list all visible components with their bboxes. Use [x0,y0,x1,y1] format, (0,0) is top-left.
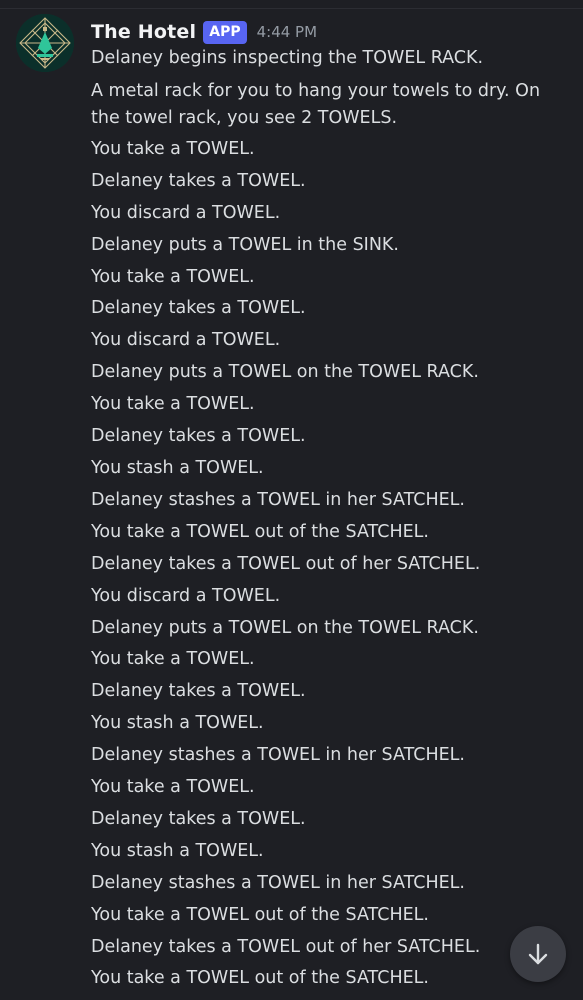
message-line: You take a TOWEL out of the SATCHEL. [91,521,429,542]
message-line: Delaney begins inspecting the TOWEL RACK… [91,48,484,68]
message-line: Delaney puts a TOWEL in the SINK. [91,234,399,255]
message-line: Delaney takes a TOWEL. [91,298,306,319]
message-line: You take a TOWEL. [91,138,255,159]
message-line: Delaney takes a TOWEL. [91,170,306,191]
message-line: You take a TOWEL. [91,649,255,670]
message-line: You discard a TOWEL. [91,330,281,351]
timestamp: 4:44 PM [256,23,318,41]
hotel-logo-icon [16,14,74,72]
message-line: You take a TOWEL. [91,266,255,287]
message-line: Delaney stashes a TOWEL in her SATCHEL. [91,489,465,510]
message-line: Delaney puts a TOWEL on the TOWEL RACK. [91,617,479,638]
message-line: Delaney takes a TOWEL. [91,808,306,829]
message-line: You discard a TOWEL. [91,585,281,606]
jump-to-bottom-button[interactable] [510,926,566,982]
message-line: Delaney takes a TOWEL out of her SATCHEL… [91,936,481,957]
message-line: You take a TOWEL out of the SATCHEL. [91,968,429,989]
message-line: Delaney takes a TOWEL. [91,426,306,447]
message-line: A metal rack for you to hang your towels… [91,80,541,128]
arrow-down-icon [528,943,548,965]
message-line: You take a TOWEL. [91,777,255,798]
message-line: Delaney takes a TOWEL. [91,681,306,702]
message-line: Delaney stashes a TOWEL in her SATCHEL. [91,745,465,766]
message-header: The Hotel APP 4:44 PM [91,18,317,46]
message-line: You take a TOWEL. [91,394,255,415]
avatar[interactable] [16,14,74,72]
message-line: You take a TOWEL out of the SATCHEL. [91,904,429,925]
message-line: You discard a TOWEL. [91,202,281,223]
message-line: Delaney puts a TOWEL on the TOWEL RACK. [91,362,479,383]
message-line: You stash a TOWEL. [91,713,264,734]
username[interactable]: The Hotel [91,21,196,43]
message-line: You stash a TOWEL. [91,840,264,861]
message-line: Delaney takes a TOWEL out of her SATCHEL… [91,553,481,574]
message-content: Delaney begins inspecting the TOWEL RACK… [91,43,571,995]
app-badge: APP [203,20,247,44]
message-line: Delaney stashes a TOWEL in her SATCHEL. [91,872,465,893]
message-line: You stash a TOWEL. [91,457,264,478]
chat-message: The Hotel APP 4:44 PM Delaney begins ins… [0,0,583,1000]
